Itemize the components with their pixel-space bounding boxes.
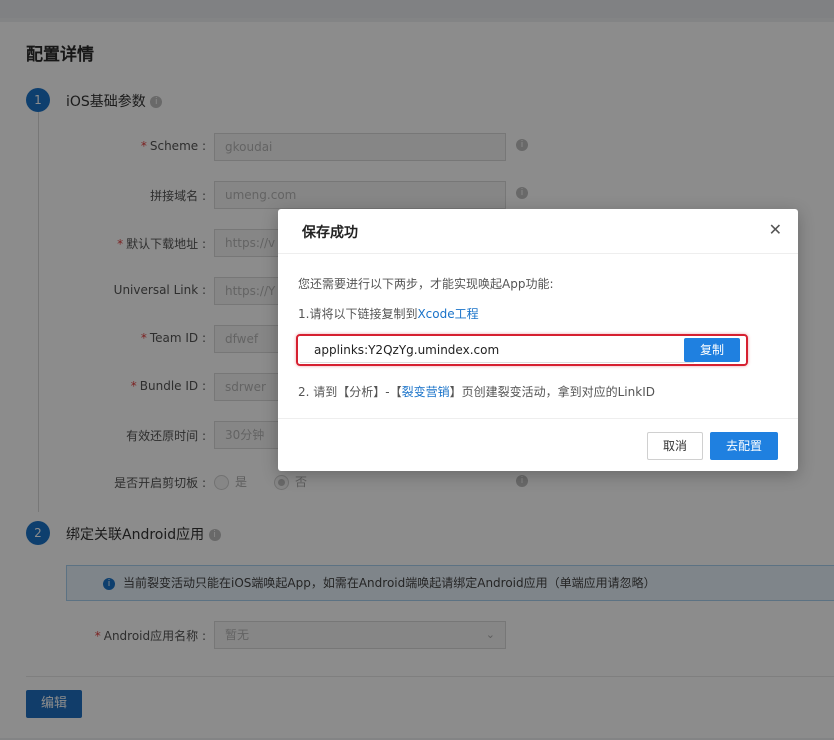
dialog-step-2: 2. 请到【分析】-【裂变营销】页创建裂变活动，拿到对应的LinkID <box>298 385 655 399</box>
save-success-dialog: 保存成功 ✕ 您还需要进行以下两步，才能实现唤起App功能: 1.请将以下链接复… <box>278 209 798 471</box>
fission-marketing-link[interactable]: 裂变营销 <box>402 385 450 399</box>
dialog-title: 保存成功 <box>302 225 358 241</box>
go-configure-button[interactable]: 去配置 <box>710 432 778 460</box>
dialog-intro: 您还需要进行以下两步，才能实现唤起App功能: <box>298 277 554 291</box>
dialog-footer-divider <box>278 418 798 419</box>
copy-field-highlight: applinks:Y2QzYg.umindex.com 复制 <box>296 334 748 366</box>
dialog-header: 保存成功 ✕ <box>278 209 798 254</box>
cancel-button[interactable]: 取消 <box>647 432 703 460</box>
copy-button[interactable]: 复制 <box>684 338 740 362</box>
applinks-input[interactable]: applinks:Y2QzYg.umindex.com <box>300 338 694 363</box>
dialog-step-1: 1.请将以下链接复制到Xcode工程 <box>298 307 479 321</box>
close-icon[interactable]: ✕ <box>769 220 782 239</box>
xcode-link[interactable]: Xcode工程 <box>417 307 478 321</box>
